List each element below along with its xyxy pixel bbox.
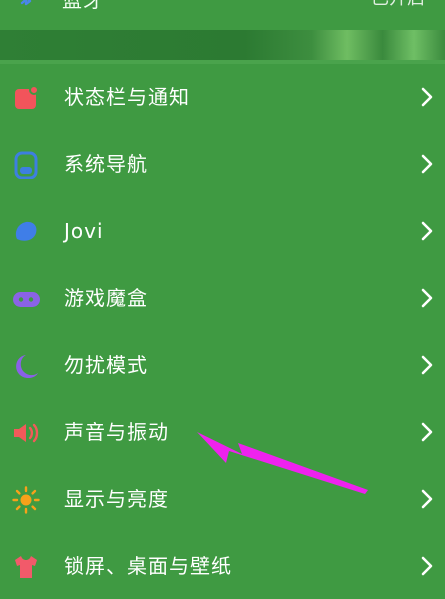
settings-row-lockscreen-wallpaper[interactable]: 锁屏、桌面与壁纸 (0, 533, 445, 599)
settings-row-label: 显示与亮度 (64, 487, 169, 511)
settings-row-sound-vibration[interactable]: 声音与振动 (0, 399, 445, 466)
chevron-right-icon (421, 355, 433, 375)
notification-icon (15, 85, 39, 109)
settings-row-label: 系统导航 (64, 152, 148, 176)
settings-row-game-box[interactable]: 游戏魔盒 (0, 265, 445, 332)
settings-row-label: 状态栏与通知 (64, 85, 190, 109)
speaker-icon (14, 423, 39, 443)
bluetooth-icon (20, 0, 32, 6)
settings-row-status-bar-notification[interactable]: 状态栏与通知 (0, 64, 445, 131)
settings-screen: 蓝牙 已开启 状态栏与通知 系统导航 (0, 0, 445, 599)
chevron-right-icon (421, 154, 433, 174)
jovi-icon (15, 221, 37, 241)
bluetooth-status: 已开启 (371, 0, 425, 10)
shirt-icon (15, 556, 37, 578)
settings-row-bluetooth[interactable]: 蓝牙 已开启 (0, 0, 445, 28)
chevron-right-icon (421, 556, 433, 576)
sun-icon (12, 486, 40, 514)
settings-row-label: 声音与振动 (64, 420, 169, 444)
settings-row-display-brightness[interactable]: 显示与亮度 (0, 466, 445, 533)
settings-row-jovi[interactable]: Jovi (0, 198, 445, 265)
settings-row-do-not-disturb[interactable]: 勿扰模式 (0, 332, 445, 399)
chevron-right-icon (421, 87, 433, 107)
chevron-right-icon (421, 422, 433, 442)
bluetooth-label: 蓝牙 (62, 0, 104, 12)
settings-row-system-navigation[interactable]: 系统导航 (0, 131, 445, 198)
settings-row-label: Jovi (64, 219, 104, 243)
chevron-right-icon (421, 288, 433, 308)
navigation-icon (14, 151, 38, 179)
banner-image (0, 30, 445, 64)
settings-row-label: 游戏魔盒 (64, 286, 148, 310)
gamepad-icon (13, 292, 40, 307)
moon-icon (16, 355, 38, 379)
chevron-right-icon (421, 489, 433, 509)
chevron-right-icon (421, 221, 433, 241)
settings-list: 状态栏与通知 系统导航 Jovi 游戏魔盒 勿扰模式 声音与振动 显示与亮度 锁… (0, 64, 445, 599)
settings-row-label: 勿扰模式 (64, 353, 148, 377)
settings-row-label: 锁屏、桌面与壁纸 (64, 554, 232, 578)
